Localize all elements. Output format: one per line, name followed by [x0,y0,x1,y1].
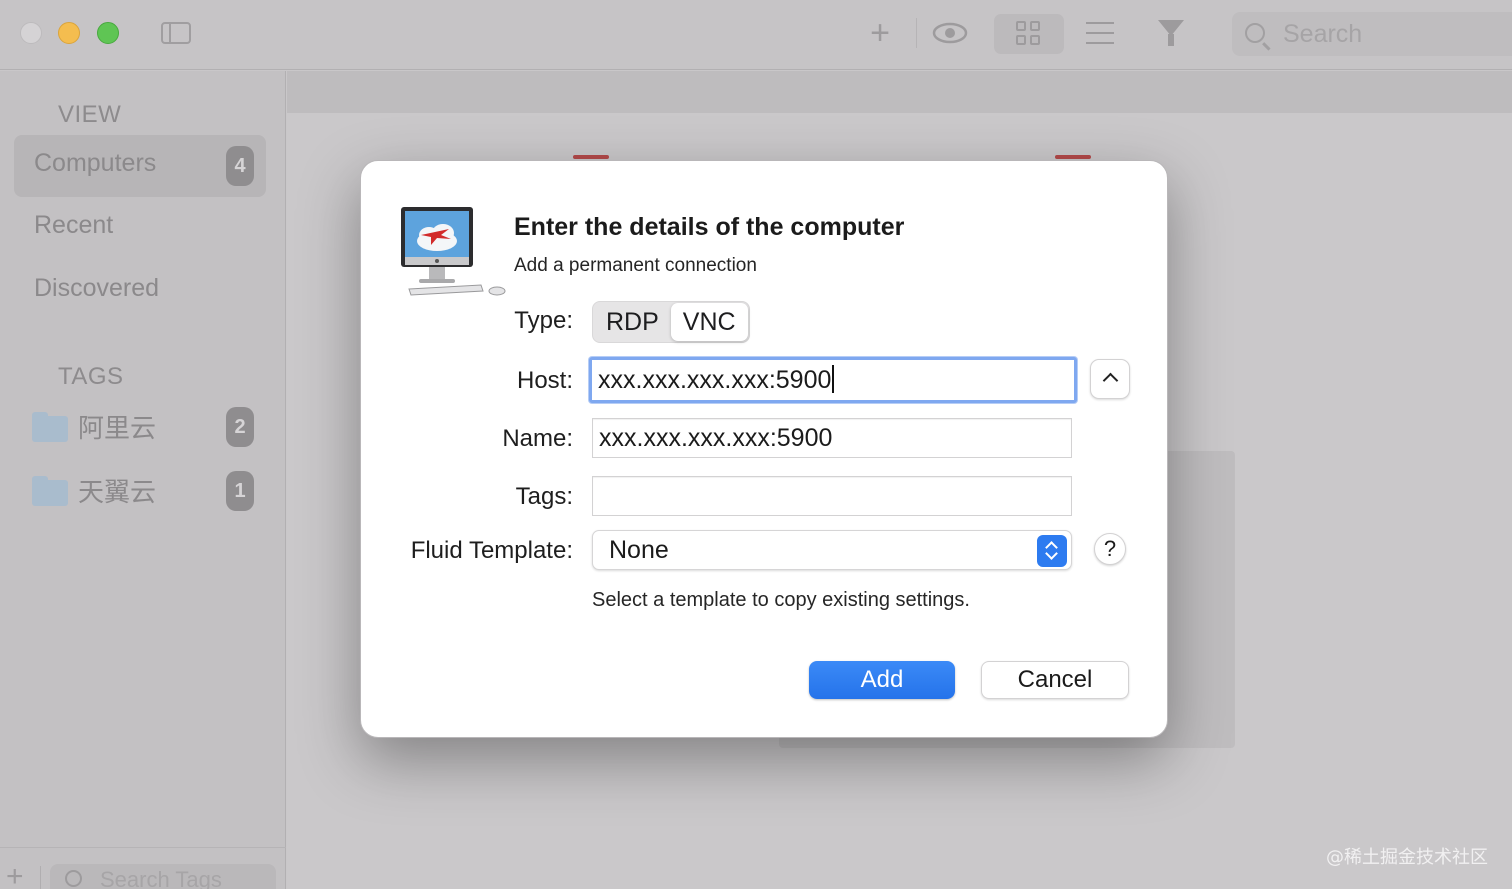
section-title-view: VIEW [58,101,122,128]
search-placeholder: Search [1283,20,1363,48]
list-view-icon[interactable] [1086,22,1114,44]
name-label: Name: [502,425,573,452]
sidebar-item-discovered[interactable]: Discovered [14,260,266,322]
chevron-updown-icon [1037,535,1067,567]
host-input-value: xxx.xxx.xxx.xxx:5900 [598,366,832,394]
toolbar-divider [916,18,917,48]
template-hint: Select a template to copy existing setti… [592,589,970,611]
dialog-subtitle: Add a permanent connection [514,255,757,276]
count-badge: 4 [226,146,254,186]
dialog-title: Enter the details of the computer [514,213,905,241]
minimize-window-button[interactable] [58,22,80,44]
type-label: Type: [514,307,573,334]
sidebar: VIEW Computers 4 Recent Discovered TAGS … [0,71,286,889]
app-icon [399,205,509,297]
watermark: @稀土掘金技术社区 [1326,847,1488,868]
search-icon [65,870,82,887]
count-badge: 2 [226,407,254,447]
tag-label: 天翼云 [78,478,157,508]
fluid-template-value: None [609,536,669,564]
name-input-value: xxx.xxx.xxx.xxx:5900 [599,424,833,452]
sidebar-item-computers[interactable]: Computers 4 [14,135,266,197]
eye-icon[interactable] [930,14,970,52]
count-badge: 1 [226,471,254,511]
sidebar-item-label: Recent [34,211,114,239]
chevron-up-icon[interactable] [1090,359,1130,399]
toolbar-search-field[interactable] [1232,12,1512,56]
text-caret [832,365,835,393]
add-icon[interactable]: + [862,14,898,52]
help-button[interactable]: ? [1094,533,1126,565]
fluid-template-select[interactable]: None [592,530,1072,570]
filter-icon[interactable] [1158,20,1184,46]
folder-icon [32,476,68,506]
type-option-rdp[interactable]: RDP [594,303,671,341]
sidebar-item-recent[interactable]: Recent [14,197,266,259]
tags-input[interactable] [592,476,1072,516]
title-bar: + Search [0,0,1512,70]
search-icon [1245,23,1265,43]
sidebar-item-label: Computers [34,149,157,177]
section-title-tags: TAGS [58,363,124,390]
sidebar-item-label: Discovered [34,274,160,302]
fluid-template-label: Fluid Template: [410,537,573,564]
close-window-button[interactable] [20,22,42,44]
host-input[interactable]: xxx.xxx.xxx.xxx:5900 [589,357,1077,403]
thumbnail-accent [1055,155,1091,159]
sidebar-tag-aliyun[interactable]: 阿里云 2 [14,396,266,458]
add-computer-dialog: Enter the details of the computer Add a … [360,160,1168,738]
zoom-window-button[interactable] [97,22,119,44]
footer-divider [40,866,41,889]
type-segmented-control: RDP VNC [592,301,750,343]
search-tags-placeholder: Search Tags [100,867,222,889]
sidebar-tag-tianyiyun[interactable]: 天翼云 1 [14,460,266,522]
tags-label: Tags: [515,483,573,510]
folder-icon [32,412,68,442]
type-option-vnc[interactable]: VNC [670,303,748,341]
sidebar-toggle-icon[interactable] [161,22,191,44]
content-header [287,71,1512,113]
tag-label: 阿里云 [78,414,157,444]
host-label: Host: [516,367,573,394]
cancel-button[interactable]: Cancel [981,661,1129,699]
grid-icon [1016,21,1040,45]
name-input[interactable]: xxx.xxx.xxx.xxx:5900 [592,418,1072,458]
add-tag-icon[interactable]: + [6,862,24,889]
thumbnail-accent [573,155,609,159]
add-button[interactable]: Add [809,661,955,699]
